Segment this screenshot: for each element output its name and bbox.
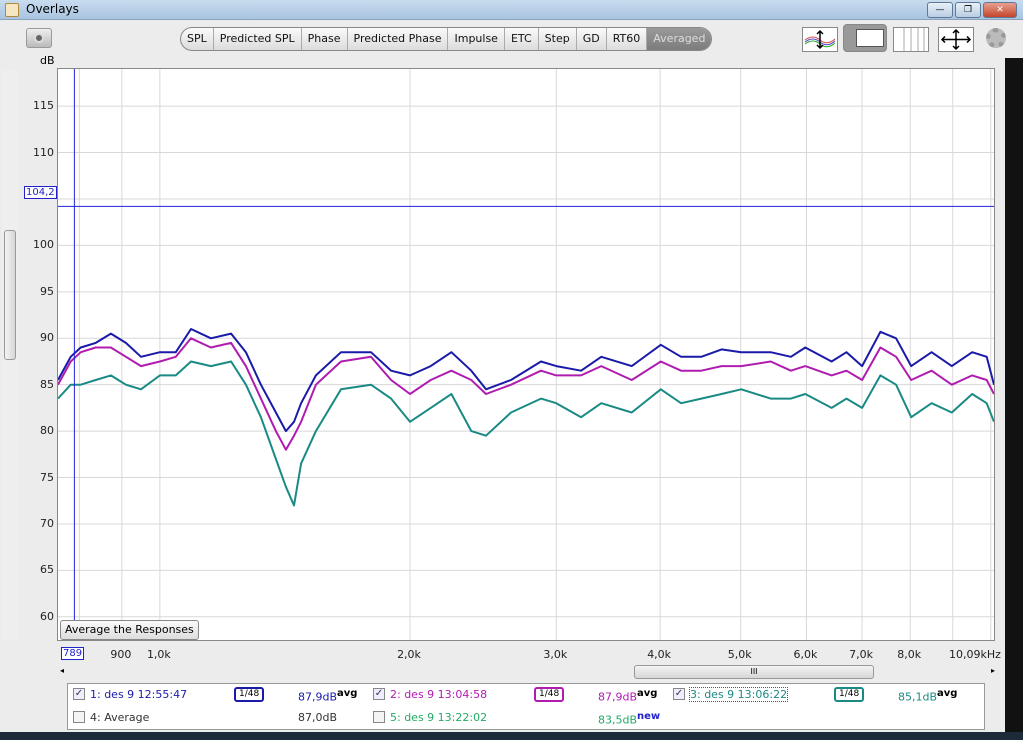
y-tick-label: 110 — [33, 145, 54, 159]
legend-label-3[interactable]: 3: des 9 13:06:22 — [688, 687, 789, 702]
restore-button[interactable]: ❐ — [955, 2, 981, 18]
legend-label-1[interactable]: 1: des 9 12:55:47 — [90, 688, 187, 701]
window-title: Overlays — [26, 2, 79, 16]
y-axis-unit: dB — [40, 54, 55, 67]
x-tick-label: 1,0k — [146, 648, 171, 661]
cursor-y-readout: 104,2 — [24, 186, 57, 199]
tab-averaged[interactable]: Averaged — [647, 28, 712, 50]
vertical-scrollbar[interactable] — [2, 70, 18, 640]
legend-tag-3: avg — [937, 688, 958, 699]
scroll-left-arrow[interactable]: ◂ — [60, 666, 64, 675]
series-line-1 — [57, 328, 995, 433]
tab-rt60[interactable]: RT60 — [607, 28, 648, 50]
tab-etc[interactable]: ETC — [505, 28, 539, 50]
y-tick-label: 65 — [40, 563, 54, 577]
y-scale-icon[interactable] — [802, 27, 838, 52]
legend-checkbox-5[interactable] — [373, 711, 385, 723]
background-window-edge — [1005, 58, 1023, 732]
y-tick-label: 75 — [40, 470, 54, 484]
window-layout-icon[interactable] — [843, 24, 887, 52]
legend-checkbox-1[interactable]: ✓ — [73, 688, 85, 700]
legend-level-4: 87,0dB — [298, 711, 338, 724]
y-tick-label: 115 — [33, 99, 54, 113]
cursor-x-readout: 789 — [61, 647, 85, 660]
y-tick-label: 70 — [40, 516, 54, 530]
y-tick-label: 85 — [40, 377, 54, 391]
camera-icon[interactable] — [26, 28, 52, 48]
tab-spl[interactable]: SPL — [181, 28, 214, 50]
close-button[interactable]: ✕ — [983, 2, 1017, 18]
grid-columns-icon[interactable] — [893, 27, 929, 52]
minimize-button[interactable]: — — [927, 2, 953, 18]
tab-step[interactable]: Step — [539, 28, 577, 50]
plot-area[interactable] — [57, 68, 995, 641]
legend-level-3: 85,1dB — [898, 690, 938, 704]
legend-level-2: 87,9dB — [598, 690, 638, 704]
horizontal-scroll-thumb[interactable]: III — [634, 665, 874, 679]
y-tick-label: 100 — [33, 238, 54, 252]
tab-impulse[interactable]: Impulse — [448, 28, 505, 50]
scroll-right-arrow[interactable]: ▸ — [991, 666, 995, 675]
tab-predicted-spl[interactable]: Predicted SPL — [214, 28, 302, 50]
x-tick-label: 900 — [110, 648, 132, 661]
x-tick-label: 2,0k — [397, 648, 421, 661]
x-tick-label: 10,09kHz — [949, 648, 1001, 661]
horizontal-scrollbar[interactable]: ◂ III ▸ — [60, 664, 995, 680]
smoothing-badge-2[interactable]: 1/48 — [534, 687, 565, 702]
tab-predicted-phase[interactable]: Predicted Phase — [348, 28, 449, 50]
overlay-chart — [57, 69, 995, 640]
vertical-scroll-thumb[interactable] — [4, 230, 16, 360]
tab-gd[interactable]: GD — [577, 28, 607, 50]
legend-label-2[interactable]: 2: des 9 13:04:58 — [390, 688, 487, 701]
legend-checkbox-3[interactable]: ✓ — [673, 688, 685, 700]
legend-tag-5: new — [637, 711, 661, 722]
smoothing-badge-1[interactable]: 1/48 — [234, 687, 265, 702]
x-tick-label: 8,0k — [897, 648, 922, 661]
legend-checkbox-2[interactable]: ✓ — [373, 688, 385, 700]
y-tick-label: 80 — [40, 424, 54, 438]
x-tick-label: 3,0k — [543, 648, 568, 661]
y-tick-label: 95 — [40, 284, 54, 298]
measurement-legend: ✓ 1: des 9 12:55:47 1/48 87,9dBavg ✓ 2: … — [67, 683, 985, 730]
x-tick-label: 6,0k — [793, 648, 818, 661]
x-tick-label: 5,0k — [727, 648, 752, 661]
series-line-2 — [57, 337, 995, 451]
view-tabs: SPL Predicted SPL Phase Predicted Phase … — [180, 27, 713, 51]
x-tick-label: 4,0k — [647, 648, 672, 661]
average-responses-button[interactable]: Average the Responses — [60, 620, 199, 640]
series-line-3 — [57, 360, 995, 507]
legend-level-1: 87,9dB — [298, 690, 338, 704]
legend-label-5[interactable]: 5: des 9 13:22:02 — [390, 711, 487, 724]
legend-level-5: 83,5dB — [598, 713, 638, 727]
x-tick-label: 7,0k — [849, 648, 873, 661]
java-app-icon — [5, 3, 19, 17]
legend-tag-2: avg — [637, 688, 658, 699]
legend-tag-1: avg — [337, 688, 358, 699]
pan-arrows-icon[interactable] — [938, 27, 974, 52]
tab-phase[interactable]: Phase — [302, 28, 348, 50]
y-tick-label: 90 — [40, 331, 54, 345]
gear-icon[interactable] — [986, 28, 1006, 48]
y-tick-label: 60 — [40, 609, 54, 623]
title-bar: Overlays — ❐ ✕ — [0, 0, 1023, 20]
legend-label-4[interactable]: 4: Average — [90, 711, 149, 724]
taskbar — [0, 732, 1023, 740]
legend-checkbox-4[interactable] — [73, 711, 85, 723]
smoothing-badge-3[interactable]: 1/48 — [834, 687, 865, 702]
